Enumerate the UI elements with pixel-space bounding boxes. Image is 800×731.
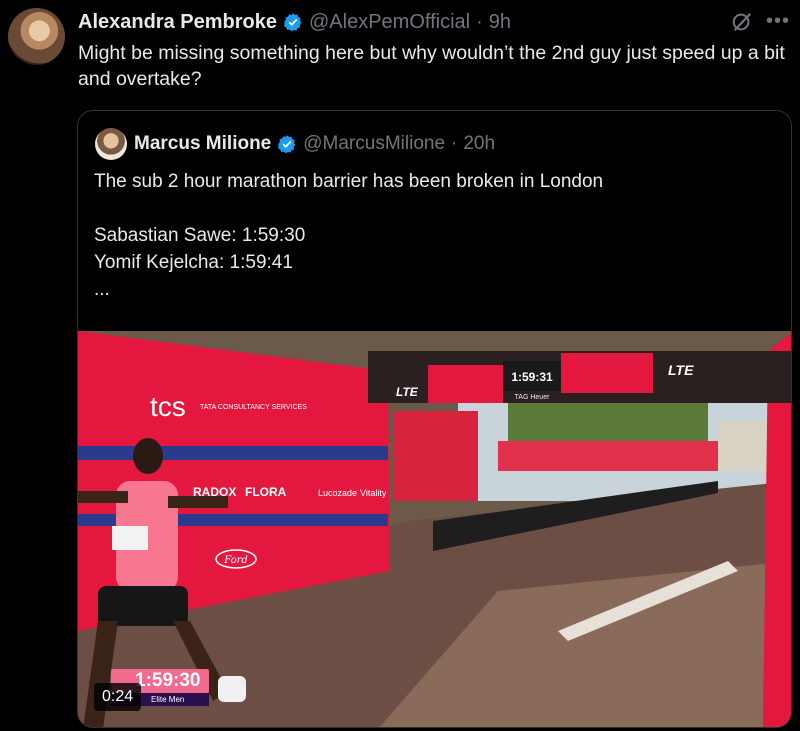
author-handle[interactable]: @AlexPemOfficial xyxy=(309,11,470,34)
quoted-timestamp[interactable]: 20h xyxy=(463,133,495,155)
quoted-line: The sub 2 hour marathon barrier has been… xyxy=(94,171,604,192)
grok-icon[interactable] xyxy=(731,11,753,33)
tweet-text: Might be missing something here but why … xyxy=(78,42,785,90)
quoted-text: The sub 2 hour marathon barrier has been… xyxy=(94,168,774,303)
quoted-handle[interactable]: @MarcusMilione xyxy=(303,133,445,155)
verified-badge-icon xyxy=(278,135,296,154)
quoted-header: Marcus Milione @MarcusMilione · 20h xyxy=(134,130,495,158)
separator-dot: · xyxy=(476,10,483,33)
quoted-line: Yomif Kejelcha: 1:59:41 xyxy=(94,252,293,273)
sponsor-ford: Ford xyxy=(223,555,248,566)
quoted-tweet[interactable]: Marcus Milione @MarcusMilione · 20h The … xyxy=(77,110,792,728)
quoted-avatar[interactable] xyxy=(95,128,127,160)
timestamp[interactable]: 9h xyxy=(489,11,511,34)
quoted-line: ... xyxy=(94,279,110,300)
quoted-line xyxy=(94,195,774,222)
video-timestamp[interactable]: 0:24 xyxy=(94,683,142,711)
avatar[interactable] xyxy=(8,8,65,65)
video-player[interactable]: 1:59:31 TAG Heuer LTE LTE tcs TATA CONSU… xyxy=(78,331,791,727)
verified-badge-icon xyxy=(284,13,302,32)
sponsor-flora: FLORA xyxy=(245,485,287,499)
separator-dot: · xyxy=(451,133,458,154)
banner-tcs: tcs xyxy=(150,391,186,422)
quoted-line: Sabastian Sawe: 1:59:30 xyxy=(94,225,306,246)
gantry-clock: 1:59:31 xyxy=(511,370,553,384)
tweet-header: Alexandra Pembroke @AlexPemOfficial · 9h xyxy=(78,8,511,36)
author-name[interactable]: Alexandra Pembroke xyxy=(78,11,277,34)
more-icon[interactable]: ••• xyxy=(766,10,790,33)
sponsor-lucozade: Lucozade xyxy=(318,488,357,498)
sponsor-vitality: Vitality xyxy=(360,488,387,498)
banner-tata: TATA CONSULTANCY SERVICES xyxy=(200,404,307,411)
gantry-brand: TAG Heuer xyxy=(515,394,551,401)
quoted-author-name[interactable]: Marcus Milione xyxy=(134,133,271,155)
gantry-right-logo: LTE xyxy=(668,362,694,378)
gantry-left-logo: LTE xyxy=(396,385,419,399)
